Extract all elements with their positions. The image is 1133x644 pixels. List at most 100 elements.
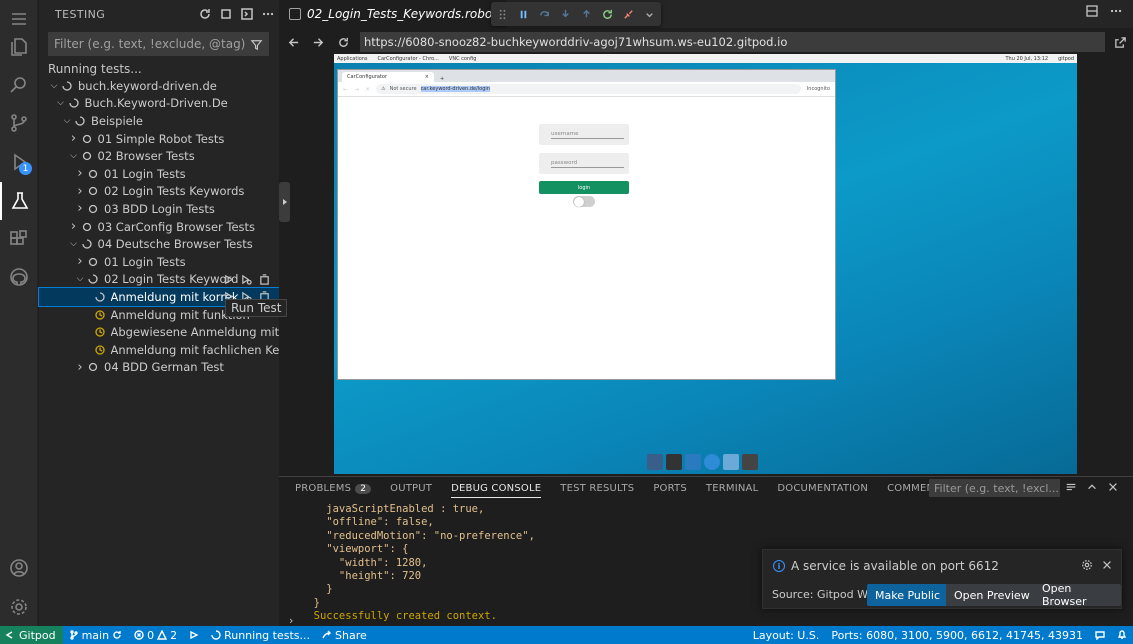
drag-handle-icon[interactable] xyxy=(495,7,510,22)
console-filter[interactable] xyxy=(929,479,1060,497)
tab-test-results[interactable]: TEST RESULTS xyxy=(560,483,634,494)
tab-documentation[interactable]: DOCUMENTATION xyxy=(777,483,868,494)
tab-problems[interactable]: PROBLEMS 2 xyxy=(295,483,372,494)
branch-indicator[interactable]: main xyxy=(63,626,128,644)
clear-console-icon[interactable] xyxy=(1065,481,1077,493)
tab-debug-console[interactable]: DEBUG CONSOLE xyxy=(451,483,542,498)
vnc-task-chrome[interactable]: CarConfigurator - Chro... xyxy=(378,56,439,62)
login-button[interactable]: login xyxy=(539,181,629,194)
chrome-close-load-icon[interactable]: × xyxy=(365,86,370,93)
step-over-icon[interactable] xyxy=(537,7,552,22)
debug-test-icon[interactable] xyxy=(240,273,253,286)
extensions-icon[interactable] xyxy=(0,220,38,258)
more-actions-icon[interactable] xyxy=(1109,4,1123,18)
vnc-task-config[interactable]: VNC config xyxy=(449,56,477,62)
chevron-down-icon[interactable]: ⌵ xyxy=(68,151,80,161)
gear-icon[interactable] xyxy=(1081,559,1093,575)
github-icon[interactable] xyxy=(0,258,38,296)
forward-arrow-icon[interactable] xyxy=(307,31,329,53)
stop-icon[interactable] xyxy=(216,4,236,24)
tab-robot-file[interactable]: 02_Login_Tests_Keywords.robot xyxy=(279,0,507,28)
chevron-right-icon[interactable]: › xyxy=(74,184,86,199)
chevron-down-icon[interactable]: ⌵ xyxy=(74,274,86,284)
run-test-icon[interactable] xyxy=(222,273,235,286)
disconnect-icon[interactable] xyxy=(621,7,636,22)
toggle-switch[interactable] xyxy=(573,196,595,207)
test-tree-item[interactable]: Anmeldung mit fachlichen Keyword xyxy=(39,341,279,359)
reload-icon[interactable] xyxy=(332,31,354,53)
search-icon[interactable] xyxy=(0,66,38,104)
dock-folder-icon[interactable] xyxy=(742,454,758,470)
test-tree-item[interactable]: ⌵ buch.keyword-driven.de xyxy=(39,77,279,95)
settings-gear-icon[interactable] xyxy=(0,588,38,626)
dock-desktop-icon[interactable] xyxy=(647,454,663,470)
test-tree-item[interactable]: › 03 BDD Login Tests xyxy=(39,200,279,218)
test-tree-item[interactable]: › 01 Login Tests xyxy=(39,165,279,183)
close-icon[interactable] xyxy=(1101,559,1113,575)
chrome-omnibox[interactable]: ⚠ Not secure car.keyword-driven.de/login xyxy=(376,84,801,94)
make-public-button[interactable]: Make Public xyxy=(867,584,949,606)
test-tree-item[interactable]: › 01 Simple Robot Tests xyxy=(39,130,279,148)
sidebar-collapse-handle[interactable] xyxy=(279,182,290,222)
restart-icon[interactable] xyxy=(600,7,615,22)
back-arrow-icon[interactable] xyxy=(282,31,304,53)
feedback-icon[interactable] xyxy=(1089,626,1111,644)
dock-files-icon[interactable] xyxy=(685,454,701,470)
vnc-desktop[interactable]: Applications CarConfigurator - Chro... V… xyxy=(334,54,1077,474)
step-into-icon[interactable] xyxy=(558,7,573,22)
test-tree-item[interactable]: ⌵ Beispiele xyxy=(39,112,279,130)
tab-terminal[interactable]: TERMINAL xyxy=(706,483,758,494)
open-preview-button[interactable]: Open Preview xyxy=(946,584,1038,606)
username-field[interactable]: username xyxy=(539,124,629,145)
test-tree-item[interactable]: › 02 Login Tests Keywords xyxy=(39,183,279,201)
test-filter[interactable] xyxy=(48,32,269,56)
chevron-down-icon[interactable]: ⌵ xyxy=(61,116,73,126)
chrome-tab-close-icon[interactable]: × xyxy=(425,74,429,80)
open-external-icon[interactable] xyxy=(1111,33,1129,51)
chevron-right-icon[interactable]: › xyxy=(68,219,80,234)
chevron-down-icon[interactable]: ⌵ xyxy=(55,98,67,108)
show-output-icon[interactable] xyxy=(237,4,257,24)
dock-browser-icon[interactable] xyxy=(704,454,720,470)
vnc-applications-menu[interactable]: Applications xyxy=(337,56,368,62)
open-browser-button[interactable]: Open Browser xyxy=(1034,582,1121,608)
pause-icon[interactable] xyxy=(516,7,531,22)
close-icon[interactable] xyxy=(1107,481,1119,493)
more-actions-icon[interactable] xyxy=(258,4,278,24)
test-tree-item[interactable]: ⌵ 02 Browser Tests xyxy=(39,147,279,165)
chrome-back-icon[interactable]: ← xyxy=(343,86,348,93)
test-tree-item[interactable]: › 03 CarConfig Browser Tests xyxy=(39,218,279,236)
chrome-forward-icon[interactable]: → xyxy=(354,86,359,93)
chevron-down-icon[interactable]: ⌵ xyxy=(68,239,80,249)
chevron-right-icon[interactable]: › xyxy=(68,131,80,146)
test-tree-item[interactable]: ⌵ 04 Deutsche Browser Tests xyxy=(39,235,279,253)
new-tab-icon[interactable]: + xyxy=(440,76,444,82)
ports-indicator[interactable]: Ports: 6080, 3100, 5900, 6612, 41745, 43… xyxy=(825,626,1089,644)
share-button[interactable]: Share xyxy=(316,626,373,644)
dock-search-icon[interactable] xyxy=(723,454,739,470)
chevron-down-icon[interactable] xyxy=(642,7,657,22)
chevron-right-icon[interactable]: › xyxy=(74,201,86,216)
go-to-test-icon[interactable] xyxy=(258,273,271,286)
chevron-right-icon[interactable]: › xyxy=(74,166,86,181)
explorer-icon[interactable] xyxy=(0,28,38,66)
split-editor-icon[interactable] xyxy=(1085,4,1099,18)
problems-indicator[interactable]: 0 2 xyxy=(128,626,183,644)
test-filter-input[interactable] xyxy=(54,37,250,51)
chrome-tab[interactable]: CarConfigurator × xyxy=(342,72,434,82)
source-control-icon[interactable] xyxy=(0,104,38,142)
chevron-right-icon[interactable]: › xyxy=(74,360,86,375)
password-field[interactable]: password xyxy=(539,153,629,174)
keyboard-layout[interactable]: Layout: U.S. xyxy=(747,626,826,644)
chevron-right-icon[interactable]: › xyxy=(74,254,86,269)
step-out-icon[interactable] xyxy=(579,7,594,22)
remote-indicator[interactable]: Gitpod xyxy=(0,626,63,644)
url-field[interactable]: https://6080-snooz82-buchkeyworddriv-ago… xyxy=(360,32,1105,52)
test-tree-item[interactable]: Abgewiesene Anmeldung mit funkt xyxy=(39,323,279,341)
accounts-icon[interactable] xyxy=(0,549,38,587)
filter-icon[interactable] xyxy=(250,38,263,51)
test-tree-item[interactable]: › 04 BDD German Test xyxy=(39,359,279,377)
dock-terminal-icon[interactable] xyxy=(666,454,682,470)
console-filter-input[interactable] xyxy=(929,479,1060,497)
debug-indicator[interactable] xyxy=(183,626,205,644)
